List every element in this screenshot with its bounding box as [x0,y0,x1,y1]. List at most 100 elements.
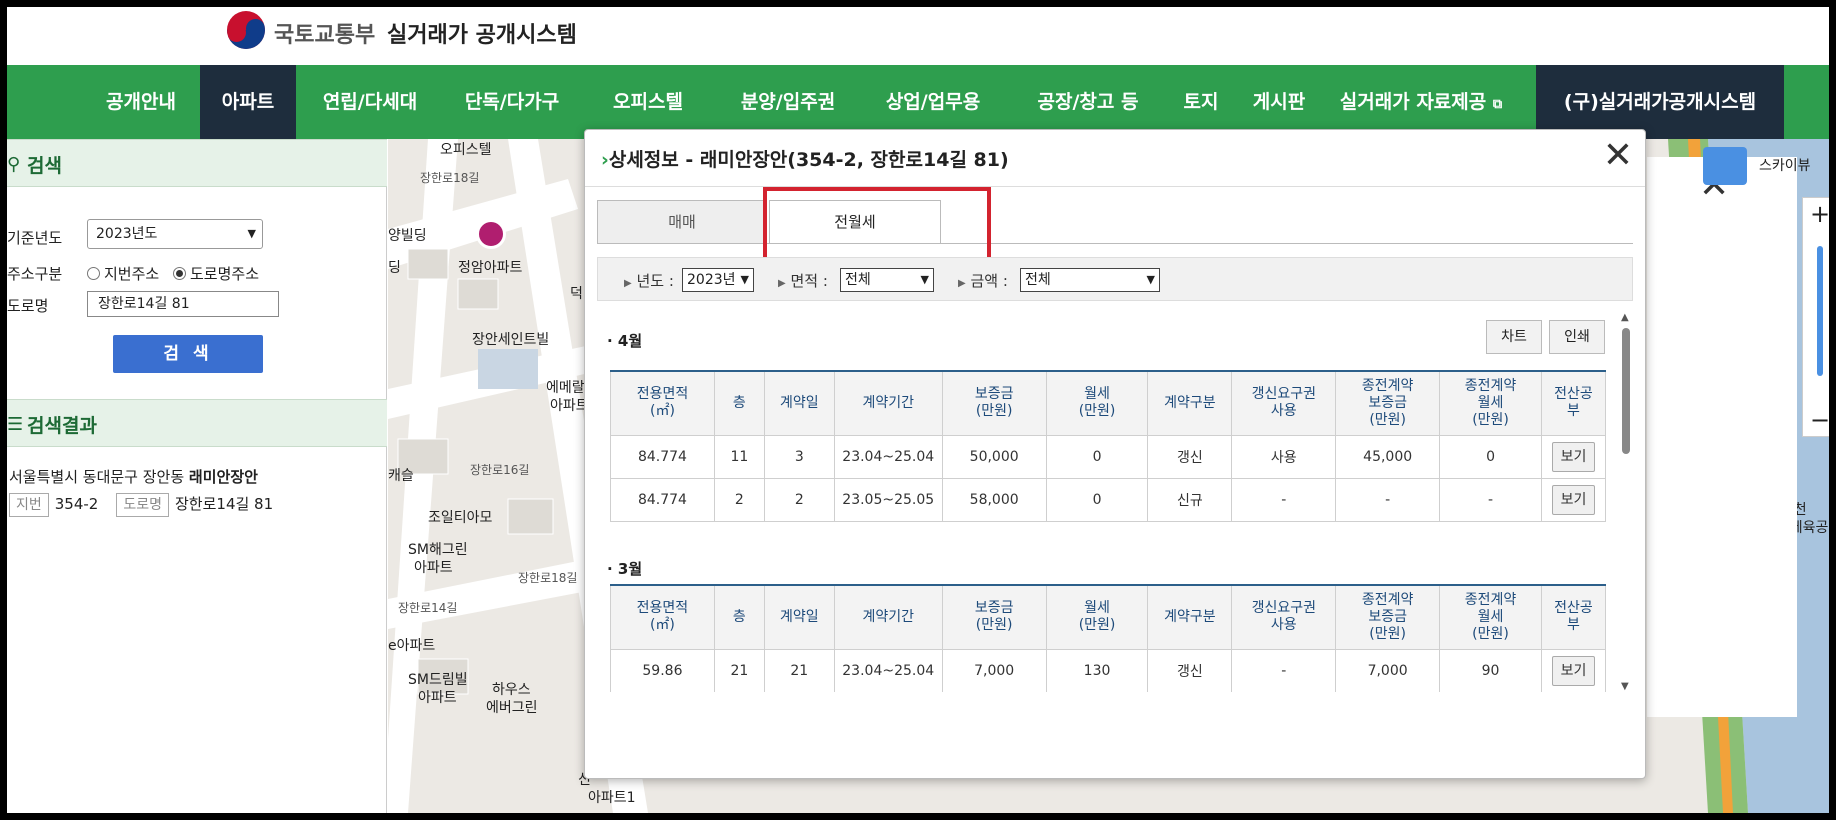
table-cell: 2 [713,477,765,522]
nav-item-apartment[interactable]: 아파트 [200,65,296,139]
table-cell: 45,000 [1335,434,1441,479]
table-cell: - [1439,477,1542,522]
zoom-in-icon[interactable]: + [1803,200,1829,228]
table-cell: 3 [763,434,835,479]
nav-item-land[interactable]: 토지 [1170,65,1232,139]
table-cell: 7,000 [1335,648,1441,693]
column-header: 월세 (만원) [1045,584,1149,650]
road-address: 장한로14길 81 [175,495,274,513]
map-road-label: 장한로18길 [518,571,578,585]
column-header: 갱신요구권 사용 [1231,584,1337,650]
nav-item-detached[interactable]: 단독/다가구 [444,65,580,139]
lease-table-march: 전용면적 (㎡) 층 계약일 계약기간 보증금 (만원) 월세 (만원) 계약구분 갱신요구권 사용 종… [610,584,1607,693]
result-address-detail: 지번 354-2 도로명 장한로14길 81 [9,493,273,517]
table-cell: 21 [763,648,835,693]
column-header: 계약구분 [1147,370,1233,436]
table-row: 84.774 11 3 23.04~25.04 50,000 0 갱신 사용 45,000 0 보기 [610,434,1607,479]
table-cell: 50,000 [941,434,1047,479]
zoom-out-icon[interactable]: − [1803,406,1829,434]
result-region: 서울특별시 동대문구 장안동 [9,468,185,486]
scroll-down-icon[interactable]: ▼ [1621,681,1629,692]
result-complex-name: 래미안장안 [188,468,258,486]
address-type-road-option[interactable]: 도로명주소 [173,263,259,284]
lot-address-radio[interactable] [87,267,100,280]
road-name-input[interactable]: 장한로14길 81 [87,291,279,317]
tab-sale[interactable]: 매매 [597,200,767,244]
address-type-label: 주소구분 [7,265,63,283]
amount-filter-select[interactable]: 전체 ▼ [1020,268,1160,292]
result-section-title: 검색결과 [27,415,97,437]
nav-item-board[interactable]: 게시판 [1232,65,1326,139]
lot-tag: 지번 [9,493,49,517]
column-header: 보증금 (만원) [941,370,1047,436]
skyview-toggle[interactable] [1703,147,1747,185]
table-cell: 90 [1439,648,1542,693]
map-label: 아파트1 [588,790,636,806]
chevron-down-icon: ▼ [920,273,929,286]
triangle-right-icon: ▶ [778,278,786,289]
zoom-control[interactable]: + − [1802,197,1829,437]
month-heading-march: · 3월 [607,560,643,578]
road-tag: 도로명 [116,493,169,517]
map-label: SM해그린 [408,542,468,558]
column-header: 계약기간 [833,370,943,436]
view-record-button[interactable]: 보기 [1551,484,1596,515]
page: 국토교통부 실거래가 공개시스템 공개안내 아파트 연립/다세대 단독/다가구 … [7,7,1829,813]
view-record-button[interactable]: 보기 [1551,441,1596,472]
zoom-slider[interactable] [1817,246,1823,376]
result-item[interactable]: 서울특별시 동대문구 장안동 래미안장안 지번 354-2 도로명 장한로14길 81 [9,466,273,517]
area-filter-label-text: 면적 : [790,272,828,290]
filter-bar: ▶ 년도 : 2023년 ▼ ▶ 면적 : 전체 ▼ ▶ 금액 : 전체 ▼ [597,257,1633,301]
area-filter-select[interactable]: 전체 ▼ [840,268,934,292]
triangle-right-icon: ▶ [624,278,632,289]
nav-item-notice[interactable]: 공개안내 [82,65,200,139]
address-type-lot-option[interactable]: 지번주소 [87,263,159,284]
ministry-name[interactable]: 국토교통부 [274,17,375,49]
table-cell: - [1231,648,1337,693]
skyview-label[interactable]: 스카이뷰 [1759,155,1811,175]
close-icon[interactable]: ✕ [1603,138,1633,174]
view-record-button[interactable]: 보기 [1551,655,1596,686]
nav-item-officetel[interactable]: 오피스텔 [580,65,716,139]
column-header: 종전계약 보증금 (만원) [1335,584,1441,650]
nav-item-legacy-system[interactable]: (구)실거래가공개시스템 [1536,65,1784,139]
chart-button[interactable]: 차트 [1486,320,1542,354]
year-filter-select[interactable]: 2023년 ▼ [682,268,754,292]
column-header: 전산공 부 [1540,370,1607,436]
nav-item-factory[interactable]: 공장/창고 등 [1006,65,1170,139]
modal-scrollbar[interactable]: ▲ ▼ [1620,312,1632,692]
column-header: 계약일 [763,584,835,650]
scroll-up-icon[interactable]: ▲ [1621,312,1629,323]
search-section-header: ⚲ 검색 [7,139,387,187]
road-address-radio[interactable] [173,267,186,280]
amount-filter-label-text: 금액 : [970,272,1008,290]
table-cell: 11 [713,434,765,479]
nav-item-commercial[interactable]: 상업/업무용 [860,65,1006,139]
table-cell: 사용 [1231,434,1337,479]
table-cell: 23.04~25.04 [833,648,943,693]
map-label: 아파트 [414,560,453,576]
table-row: 59.86 21 21 23.04~25.04 7,000 130 갱신 -7,000 90 보기 [610,648,1607,693]
taegeuk-logo-icon[interactable] [227,11,265,49]
nav-item-presale[interactable]: 분양/입주권 [716,65,860,139]
tab-underline [597,243,1633,244]
column-header: 층 [713,584,765,650]
year-select[interactable]: 2023년도 ▼ [87,219,263,249]
chevron-down-icon: ▼ [740,273,749,286]
table-cell: 7,000 [941,648,1047,693]
year-filter-label: ▶ 년도 : [624,270,674,291]
nav-item-data-provision[interactable]: 실거래가 자료제공 ⧉ [1326,65,1516,139]
table-cell: 23.05~25.05 [833,477,943,522]
table-cell: 0 [1045,434,1149,479]
system-title[interactable]: 실거래가 공개시스템 [387,17,577,49]
modal-content-clip [605,692,1615,772]
scroll-thumb[interactable] [1622,328,1630,454]
map-label: 에버그린 [486,700,538,716]
nav-item-rowhouse[interactable]: 연립/다세대 [296,65,444,139]
map-road-label: 장한로16길 [470,463,530,477]
print-button[interactable]: 인쇄 [1549,320,1605,354]
map-marker-icon[interactable] [476,219,506,249]
search-button[interactable]: 검 색 [113,335,263,373]
table-cell: 보기 [1540,648,1607,693]
table-cell: - [1231,477,1337,522]
